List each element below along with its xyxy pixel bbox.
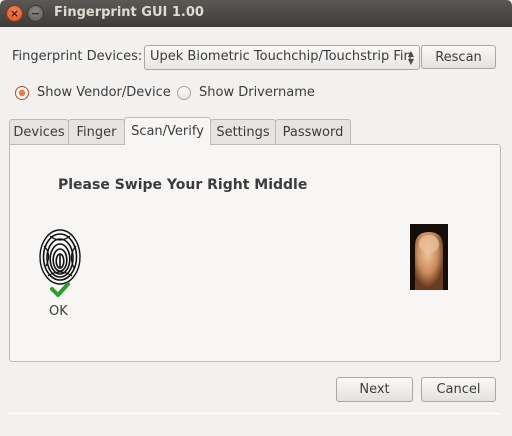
radio-show-drivername-label[interactable]: Show Drivername <box>199 85 315 100</box>
radio-show-vendor-device-label[interactable]: Show Vendor/Device <box>37 85 171 100</box>
cancel-button[interactable]: Cancel <box>421 377 496 402</box>
device-select[interactable]: Upek Biometric Touchchip/Touchstrip Fin … <box>144 45 420 70</box>
radio-show-vendor-device[interactable] <box>15 86 29 100</box>
rescan-button-label: Rescan <box>435 49 482 65</box>
radio-show-drivername[interactable] <box>177 86 191 100</box>
device-select-value: Upek Biometric Touchchip/Touchstrip Fin <box>150 49 412 64</box>
tab-settings[interactable]: Settings <box>210 119 276 144</box>
devices-label: Fingerprint Devices: <box>12 49 143 64</box>
tab-scan-verify[interactable]: Scan/Verify <box>124 117 211 145</box>
close-icon: × <box>9 7 20 20</box>
spin-arrows-icon: ▲ ▼ <box>407 49 414 66</box>
bottom-divider <box>9 413 501 414</box>
checkmark-icon <box>50 282 70 297</box>
scan-status: OK <box>49 304 68 319</box>
tab-password[interactable]: Password <box>275 119 351 144</box>
rescan-button[interactable]: Rescan <box>421 45 496 69</box>
tab-password-label: Password <box>282 124 344 140</box>
finger-image <box>410 224 448 290</box>
next-button-label: Next <box>359 382 390 397</box>
close-window-button[interactable]: × <box>6 5 23 22</box>
window-title: Fingerprint GUI 1.00 <box>54 5 204 20</box>
fingerprint-icon <box>39 229 81 285</box>
cancel-button-label: Cancel <box>436 382 481 397</box>
tab-scan-verify-label: Scan/Verify <box>131 124 204 139</box>
scan-verify-panel: Please Swipe Your Right Middle OK <box>9 144 501 362</box>
tab-devices[interactable]: Devices <box>9 119 69 144</box>
minimize-window-button[interactable]: − <box>27 5 44 22</box>
tab-finger-label: Finger <box>76 124 117 140</box>
minimize-icon: − <box>30 7 41 20</box>
tab-settings-label: Settings <box>216 124 270 140</box>
main-window: × − Fingerprint GUI 1.00 Fingerprint Dev… <box>0 0 512 436</box>
tab-devices-label: Devices <box>13 124 65 140</box>
tab-finger[interactable]: Finger <box>68 119 125 144</box>
swipe-prompt: Please Swipe Your Right Middle <box>58 177 308 193</box>
next-button[interactable]: Next <box>336 377 413 402</box>
title-bar[interactable]: × − Fingerprint GUI 1.00 <box>0 0 512 27</box>
